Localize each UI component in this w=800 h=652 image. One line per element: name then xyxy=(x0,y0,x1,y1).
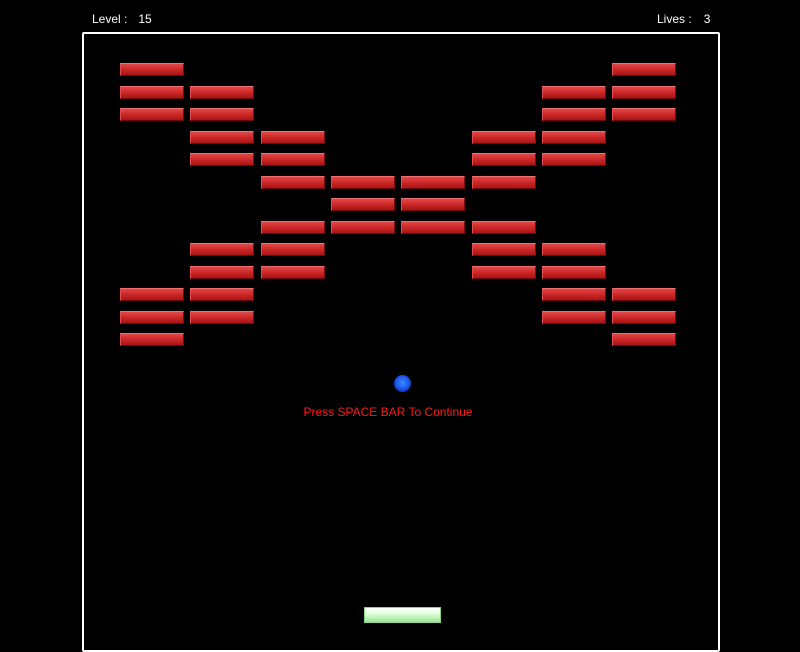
brick xyxy=(261,221,325,234)
brick xyxy=(542,288,606,301)
brick xyxy=(612,288,676,301)
brick xyxy=(612,108,676,121)
brick xyxy=(542,131,606,144)
brick xyxy=(261,243,325,256)
brick xyxy=(190,311,254,324)
brick xyxy=(190,131,254,144)
brick xyxy=(472,243,536,256)
level-label: Level : xyxy=(92,12,128,26)
continue-message: Press SPACE BAR To Continue xyxy=(303,405,473,419)
brick xyxy=(261,266,325,279)
brick xyxy=(261,131,325,144)
brick xyxy=(120,108,184,121)
brick xyxy=(401,198,465,211)
brick xyxy=(190,288,254,301)
brick xyxy=(120,288,184,301)
level-indicator: Level : 15 xyxy=(92,12,152,26)
ball xyxy=(394,375,411,392)
brick xyxy=(472,266,536,279)
brick xyxy=(472,131,536,144)
brick xyxy=(612,86,676,99)
brick xyxy=(542,108,606,121)
brick xyxy=(472,176,536,189)
brick xyxy=(261,153,325,166)
brick xyxy=(542,153,606,166)
brick xyxy=(612,311,676,324)
brick xyxy=(190,86,254,99)
brick xyxy=(331,221,395,234)
brick xyxy=(612,63,676,76)
brick xyxy=(331,198,395,211)
lives-label: Lives : xyxy=(657,12,692,26)
brick xyxy=(472,221,536,234)
level-value: 15 xyxy=(138,12,152,26)
brick xyxy=(190,153,254,166)
brick xyxy=(120,333,184,346)
lives-value: 3 xyxy=(703,12,711,26)
brick xyxy=(120,311,184,324)
paddle[interactable] xyxy=(364,607,441,623)
brick xyxy=(542,311,606,324)
brick xyxy=(401,221,465,234)
brick xyxy=(190,266,254,279)
brick xyxy=(542,86,606,99)
brick xyxy=(401,176,465,189)
brick xyxy=(120,86,184,99)
lives-indicator: Lives : 3 xyxy=(657,12,710,26)
brick xyxy=(120,63,184,76)
brick xyxy=(472,153,536,166)
brick xyxy=(190,243,254,256)
brick xyxy=(190,108,254,121)
brick xyxy=(542,266,606,279)
brick xyxy=(331,176,395,189)
brick xyxy=(261,176,325,189)
brick xyxy=(542,243,606,256)
brick xyxy=(612,333,676,346)
